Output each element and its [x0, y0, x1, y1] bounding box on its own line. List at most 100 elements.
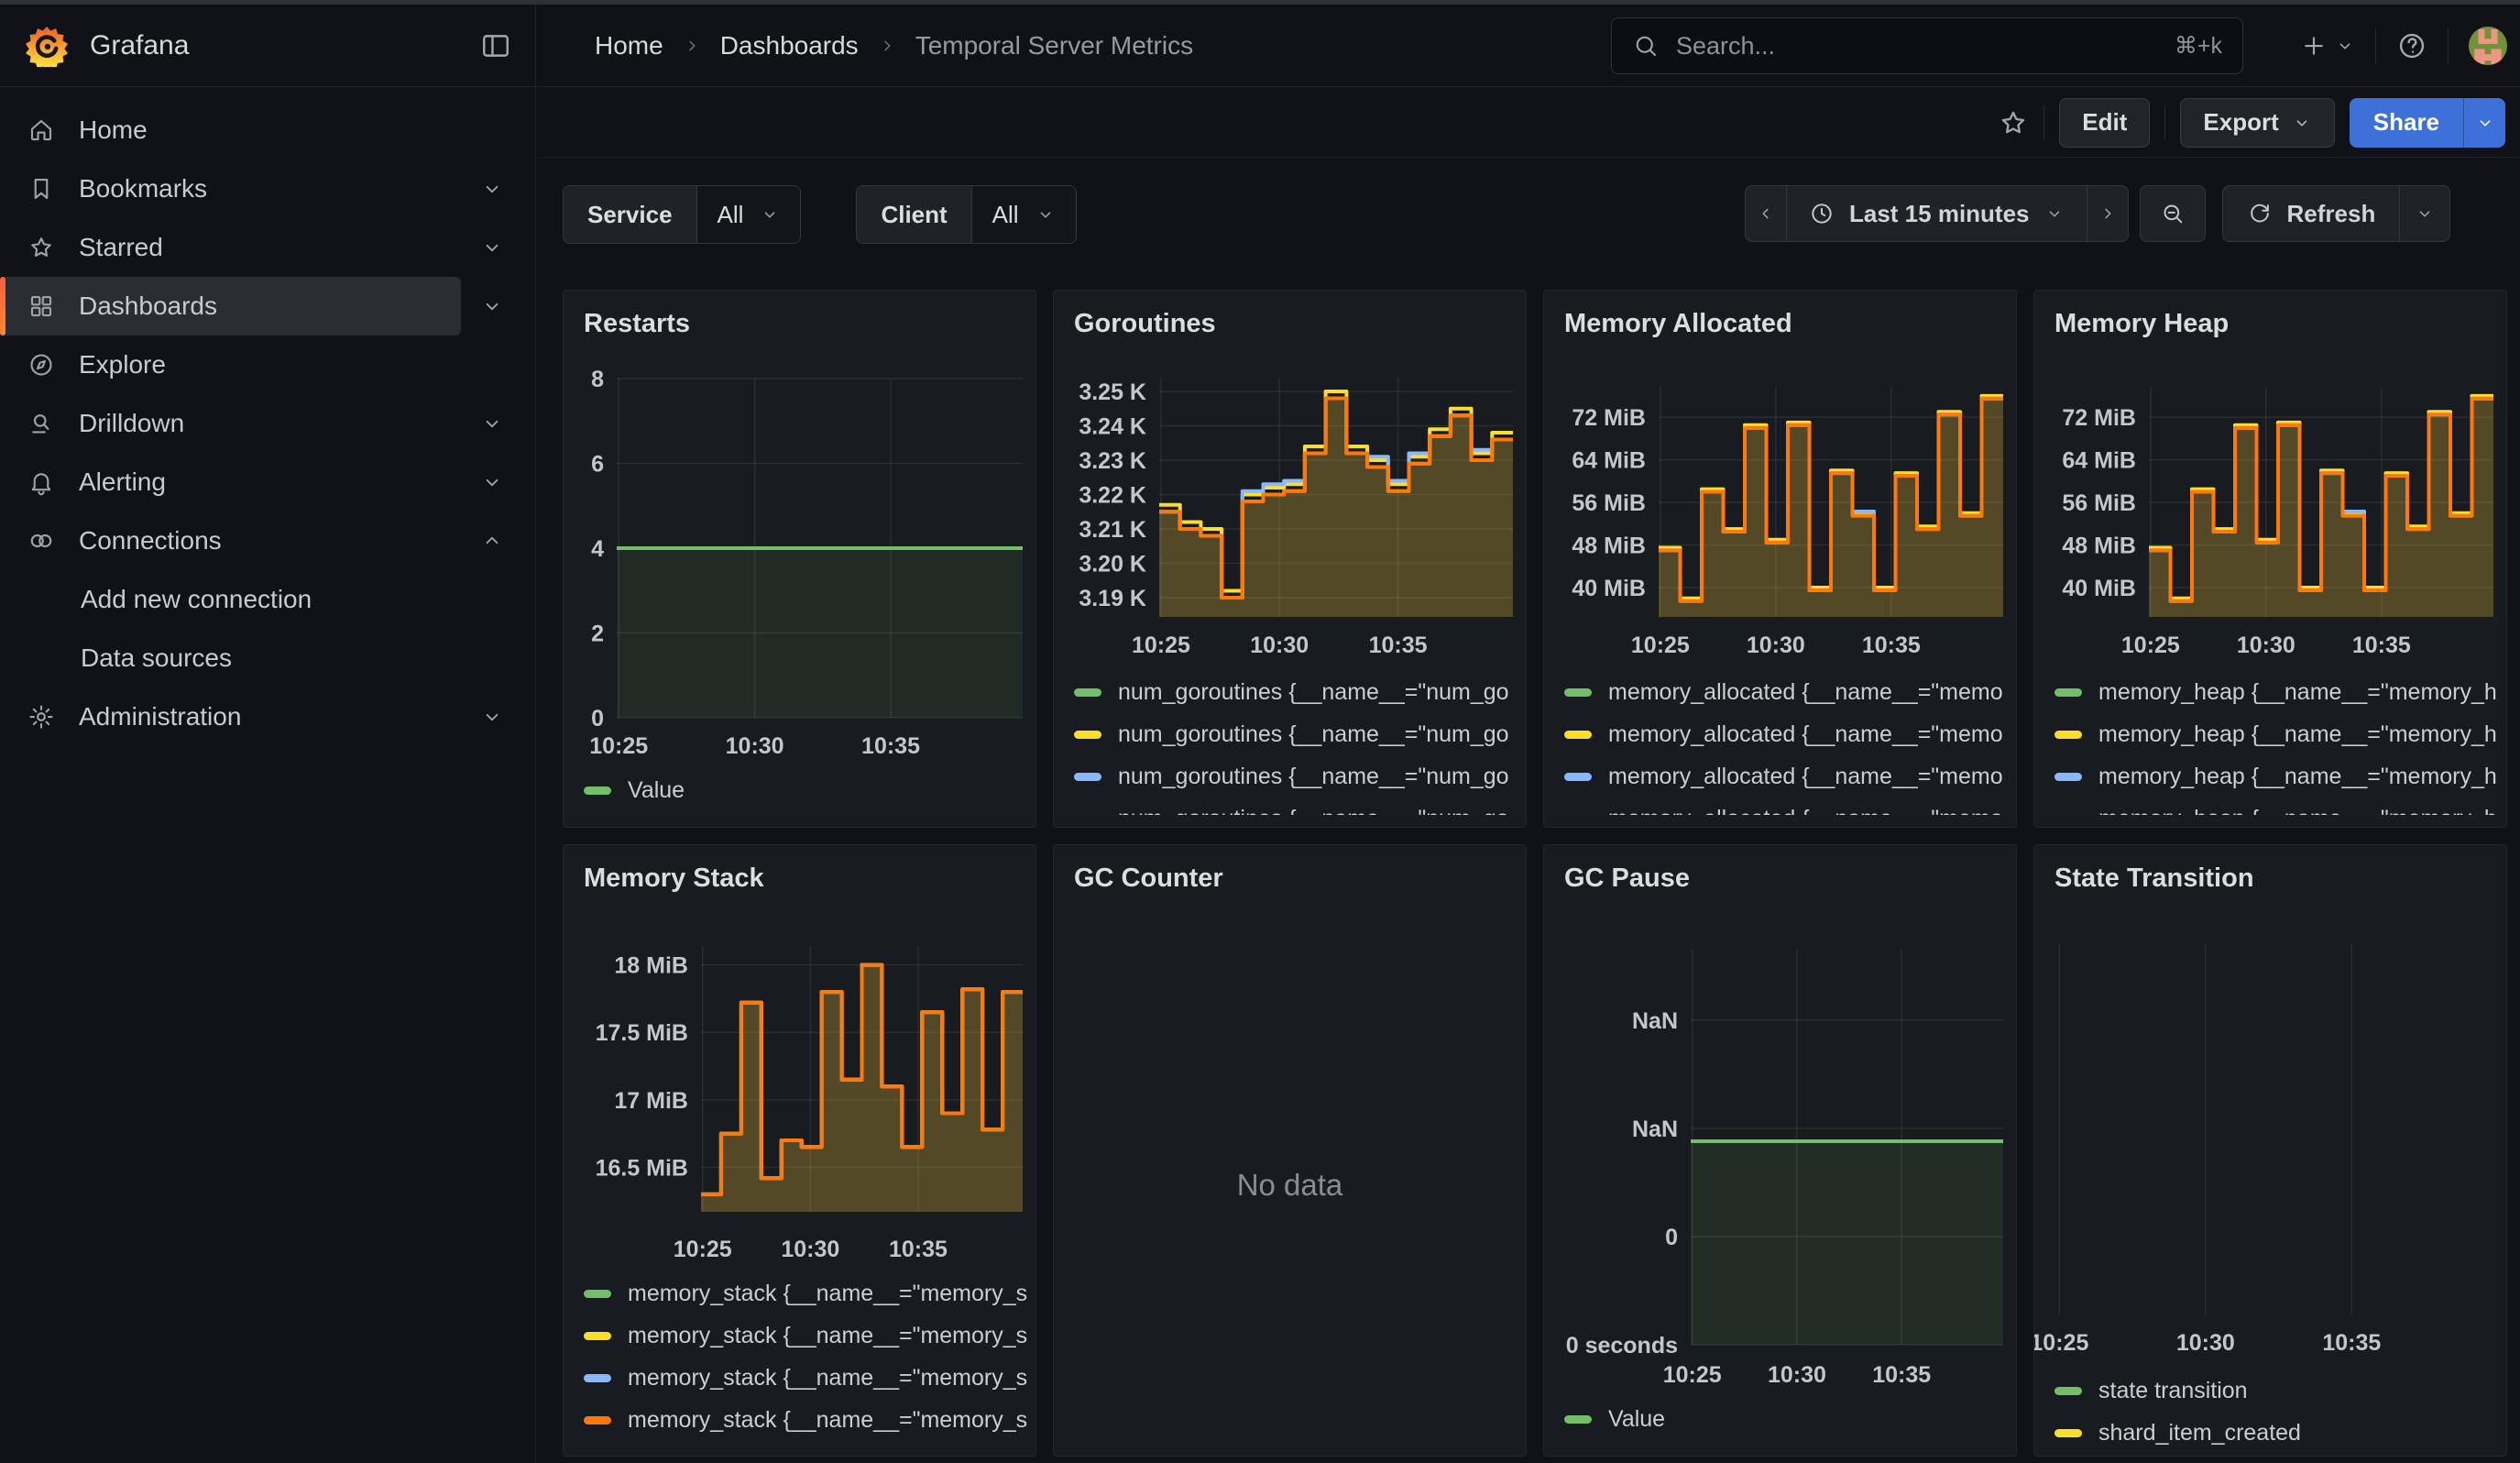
svg-text:6: 6 — [591, 452, 604, 478]
sidebar-item-label: Administration — [79, 702, 241, 732]
svg-text:4: 4 — [591, 536, 604, 562]
sidebar-item-label: Starred — [79, 233, 163, 262]
search-input[interactable] — [1674, 31, 2175, 61]
connections-icon — [27, 527, 55, 555]
svg-text:0 seconds: 0 seconds — [1566, 1333, 1678, 1358]
breadcrumb-item-home[interactable]: Home — [595, 31, 663, 60]
export-button[interactable]: Export — [2180, 98, 2334, 148]
header-actions — [2300, 17, 2507, 74]
breadcrumb-item-temporal-server-metrics[interactable]: Temporal Server Metrics — [915, 31, 1193, 60]
panel-gc-pause: GC Pause Value NaNNaN00 seconds10:2510:3… — [1543, 844, 2017, 1457]
time-shift-back-button[interactable] — [1745, 185, 1787, 242]
chevron-down-icon[interactable] — [480, 412, 504, 435]
svg-text:10:35: 10:35 — [1872, 1362, 1931, 1388]
time-shift-forward-button[interactable] — [2087, 185, 2129, 242]
chevron-down-icon — [2292, 113, 2312, 133]
sidebar-item-add-new-connection[interactable]: Add new connection — [0, 570, 461, 629]
sidebar-item-administration[interactable]: Administration — [0, 688, 461, 746]
refresh-interval-button[interactable] — [2399, 185, 2450, 242]
svg-text:10:25: 10:25 — [2034, 1330, 2088, 1356]
svg-text:17.5 MiB: 17.5 MiB — [596, 1020, 688, 1046]
panel-memory-allocated: Memory Allocated memory_allocated {__nam… — [1543, 290, 2017, 828]
panel-title[interactable]: Memory Allocated — [1564, 309, 1792, 339]
search-box[interactable]: ⌘+k — [1611, 17, 2243, 74]
sidebar-item-label: Bookmarks — [79, 174, 207, 204]
sidebar-item-label: Connections — [79, 526, 222, 556]
grafana-app: Grafana HomeDashboardsTemporal Server Me… — [0, 0, 2520, 1463]
svg-text:10:30: 10:30 — [1768, 1362, 1826, 1388]
chevron-down-icon[interactable] — [480, 705, 504, 729]
sidebar-item-connections[interactable]: Connections — [0, 512, 461, 570]
favorite-star-button[interactable] — [1998, 107, 2029, 138]
svg-text:10:25: 10:25 — [1663, 1362, 1722, 1388]
chevron-down-icon[interactable] — [480, 470, 504, 494]
question-circle-icon — [2396, 30, 2427, 61]
time-controls: Last 15 minutes Refresh — [1745, 185, 2450, 242]
sidebar-item-drilldown[interactable]: Drilldown — [0, 394, 461, 453]
svg-text:0: 0 — [1665, 1225, 1678, 1250]
svg-text:10:35: 10:35 — [2352, 632, 2411, 658]
svg-text:10:30: 10:30 — [2237, 632, 2295, 658]
chevron-up-icon[interactable] — [480, 529, 504, 553]
edit-button[interactable]: Edit — [2059, 98, 2150, 148]
svg-text:8: 8 — [591, 367, 604, 392]
svg-text:10:30: 10:30 — [1250, 632, 1309, 658]
svg-text:3.19 K: 3.19 K — [1079, 586, 1146, 611]
grafana-logo-icon[interactable] — [26, 25, 68, 67]
svg-text:10:30: 10:30 — [2176, 1330, 2235, 1356]
chevron-down-icon — [2044, 204, 2065, 224]
panel-title[interactable]: Restarts — [584, 309, 690, 339]
svg-text:2: 2 — [591, 622, 604, 647]
panel-title[interactable]: Memory Heap — [2054, 309, 2229, 339]
client-filter-label: Client — [857, 186, 970, 243]
breadcrumb: Home Dashboards Temporal Server Metrics — [595, 5, 1193, 87]
service-filter: Service All — [563, 185, 801, 244]
time-range-picker[interactable]: Last 15 minutes — [1786, 185, 2087, 242]
svg-text:40 MiB: 40 MiB — [2062, 576, 2136, 601]
svg-text:3.25 K: 3.25 K — [1079, 380, 1146, 405]
svg-text:10:25: 10:25 — [1132, 632, 1190, 658]
client-filter-value[interactable]: All — [971, 186, 1076, 243]
sidebar-item-starred[interactable]: Starred — [0, 218, 461, 277]
svg-text:3.23 K: 3.23 K — [1079, 448, 1146, 474]
chevron-down-icon — [760, 204, 780, 225]
svg-text:10:30: 10:30 — [1747, 632, 1805, 658]
sidebar-item-home[interactable]: Home — [0, 101, 461, 160]
share-button[interactable]: Share — [2350, 98, 2463, 148]
chevron-down-icon[interactable] — [480, 177, 504, 201]
svg-text:3.21 K: 3.21 K — [1079, 517, 1146, 543]
refresh-icon — [2247, 201, 2273, 226]
breadcrumb-item-dashboards[interactable]: Dashboards — [720, 31, 859, 60]
panel-title[interactable]: State Transition — [2054, 864, 2254, 894]
svg-text:10:35: 10:35 — [2322, 1330, 2381, 1356]
panel-title[interactable]: Goroutines — [1074, 309, 1216, 339]
share-dropdown-button[interactable] — [2463, 98, 2505, 148]
new-button[interactable] — [2300, 32, 2355, 60]
svg-text:10:25: 10:25 — [1631, 632, 1690, 658]
sidebar-toggle-icon[interactable] — [480, 30, 511, 61]
search-icon — [1632, 32, 1660, 60]
service-filter-value[interactable]: All — [696, 186, 801, 243]
help-button[interactable] — [2396, 30, 2427, 61]
client-filter: Client All — [856, 185, 1076, 244]
sidebar-item-label: Explore — [79, 350, 166, 380]
refresh-button[interactable]: Refresh — [2222, 185, 2401, 242]
sidebar-item-explore[interactable]: Explore — [0, 336, 461, 394]
sidebar-item-alerting[interactable]: Alerting — [0, 453, 461, 512]
no-data-message: No data — [1054, 1168, 1526, 1203]
svg-text:10:30: 10:30 — [726, 733, 784, 759]
sidebar-item-dashboards[interactable]: Dashboards — [0, 277, 461, 336]
sidebar-item-data-sources[interactable]: Data sources — [0, 629, 461, 688]
panel-title[interactable]: GC Pause — [1564, 864, 1690, 894]
chevron-down-icon[interactable] — [480, 236, 504, 259]
panel-title[interactable]: GC Counter — [1074, 864, 1223, 894]
avatar[interactable] — [2469, 27, 2507, 65]
panel-gc-counter: GC Counter No data — [1053, 844, 1527, 1457]
sidebar-item-bookmarks[interactable]: Bookmarks — [0, 160, 461, 218]
svg-text:16.5 MiB: 16.5 MiB — [596, 1155, 688, 1181]
svg-text:3.20 K: 3.20 K — [1079, 552, 1146, 578]
home-icon — [27, 116, 55, 144]
panel-title[interactable]: Memory Stack — [584, 864, 764, 894]
time-zoom-out-button[interactable] — [2140, 185, 2206, 242]
chevron-down-icon[interactable] — [480, 294, 504, 318]
